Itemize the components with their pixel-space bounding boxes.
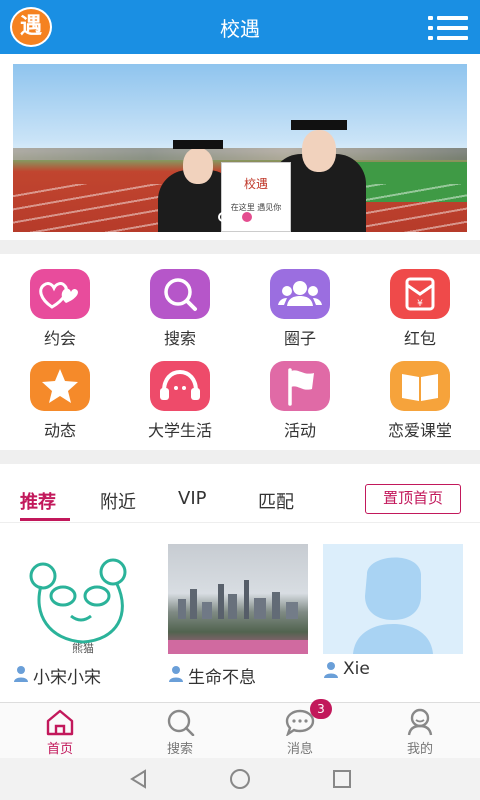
tab-nearby[interactable]: 附近 [100, 488, 136, 514]
carousel-dot[interactable] [266, 212, 276, 222]
panda-caption: 熊猫 [72, 641, 94, 654]
nav-label: 搜索 [166, 742, 193, 757]
default-avatar-image [323, 544, 463, 654]
group-icon [270, 269, 330, 319]
search-icon [150, 269, 210, 319]
feature-grid: 约会 搜索 圈子 ¥ 红包 动态 大学生活 活动 恋爱课堂 [0, 254, 480, 450]
banner-carousel[interactable]: 校遇 在这里 遇见你 [13, 64, 467, 232]
user-icon [13, 665, 29, 683]
active-tab-indicator [20, 518, 70, 521]
banner-section: 校遇 在这里 遇见你 [0, 54, 480, 240]
feature-love-class[interactable]: 恋爱课堂 [360, 346, 480, 440]
home-circle-icon[interactable] [229, 768, 251, 790]
nav-me[interactable]: 我的 [360, 703, 480, 759]
feature-search[interactable]: 搜索 [120, 254, 240, 348]
search-icon [165, 708, 195, 737]
bottom-navigation: 首页 搜索 3 消息 我的 [0, 699, 480, 759]
feature-dating[interactable]: 约会 [0, 254, 120, 348]
star-icon [30, 361, 90, 411]
page-title: 校遇 [220, 17, 260, 41]
feature-label: 活动 [283, 421, 316, 440]
divider [0, 522, 480, 523]
banner-sign-title: 校遇 [243, 177, 268, 191]
feature-activities[interactable]: 活动 [240, 346, 360, 440]
feature-label: 动态 [43, 421, 76, 440]
top-bar: 遇 校遇 [0, 0, 480, 54]
system-navigation-bar [0, 758, 480, 800]
user-icon [168, 665, 184, 683]
banner-buildings [13, 148, 467, 160]
profile-icon [405, 708, 435, 736]
feature-label: 恋爱课堂 [387, 421, 452, 440]
user-name: 小宋小宋 [33, 668, 101, 688]
svg-text:¥: ¥ [417, 299, 423, 309]
tab-recommend[interactable]: 推荐 [20, 488, 56, 514]
user-icon [323, 661, 339, 679]
hearts-icon [30, 269, 90, 319]
menu-icon[interactable] [428, 14, 468, 42]
nav-home[interactable]: 首页 [0, 703, 120, 759]
user-name: 生命不息 [188, 668, 256, 688]
nav-search[interactable]: 搜索 [120, 703, 240, 759]
nav-label: 首页 [46, 742, 73, 757]
user-name: Xie [343, 659, 370, 679]
feature-college-life[interactable]: 大学生活 [120, 346, 240, 440]
recents-icon[interactable] [331, 768, 353, 790]
carousel-indicator [218, 212, 278, 224]
nav-label: 我的 [406, 742, 433, 757]
back-icon[interactable] [128, 768, 150, 790]
feed-section: 推荐 附近 VIP 匹配 置顶首页 熊猫 小宋小宋 生命不息 Xie [0, 464, 480, 702]
panda-drawing-image: 熊猫 [13, 544, 153, 654]
red-envelope-icon: ¥ [390, 269, 450, 319]
tab-match[interactable]: 匹配 [258, 488, 294, 514]
pin-to-top-button[interactable]: 置顶首页 [365, 484, 461, 514]
flag-icon [270, 361, 330, 411]
tab-vip[interactable]: VIP [178, 488, 206, 509]
carousel-dot-active[interactable] [242, 212, 252, 222]
feature-red-envelope[interactable]: ¥ 红包 [360, 254, 480, 348]
unread-badge: 3 [310, 699, 332, 719]
feature-label: 大学生活 [147, 421, 212, 440]
home-icon [45, 708, 75, 736]
carousel-dot[interactable] [218, 212, 228, 222]
nav-messages[interactable]: 3 消息 [240, 699, 360, 759]
book-icon [390, 361, 450, 411]
nav-label: 消息 [286, 742, 313, 757]
city-skyline-image [168, 544, 308, 654]
headset-icon [150, 361, 210, 411]
feature-moments[interactable]: 动态 [0, 346, 120, 440]
feature-circle[interactable]: 圈子 [240, 254, 360, 348]
